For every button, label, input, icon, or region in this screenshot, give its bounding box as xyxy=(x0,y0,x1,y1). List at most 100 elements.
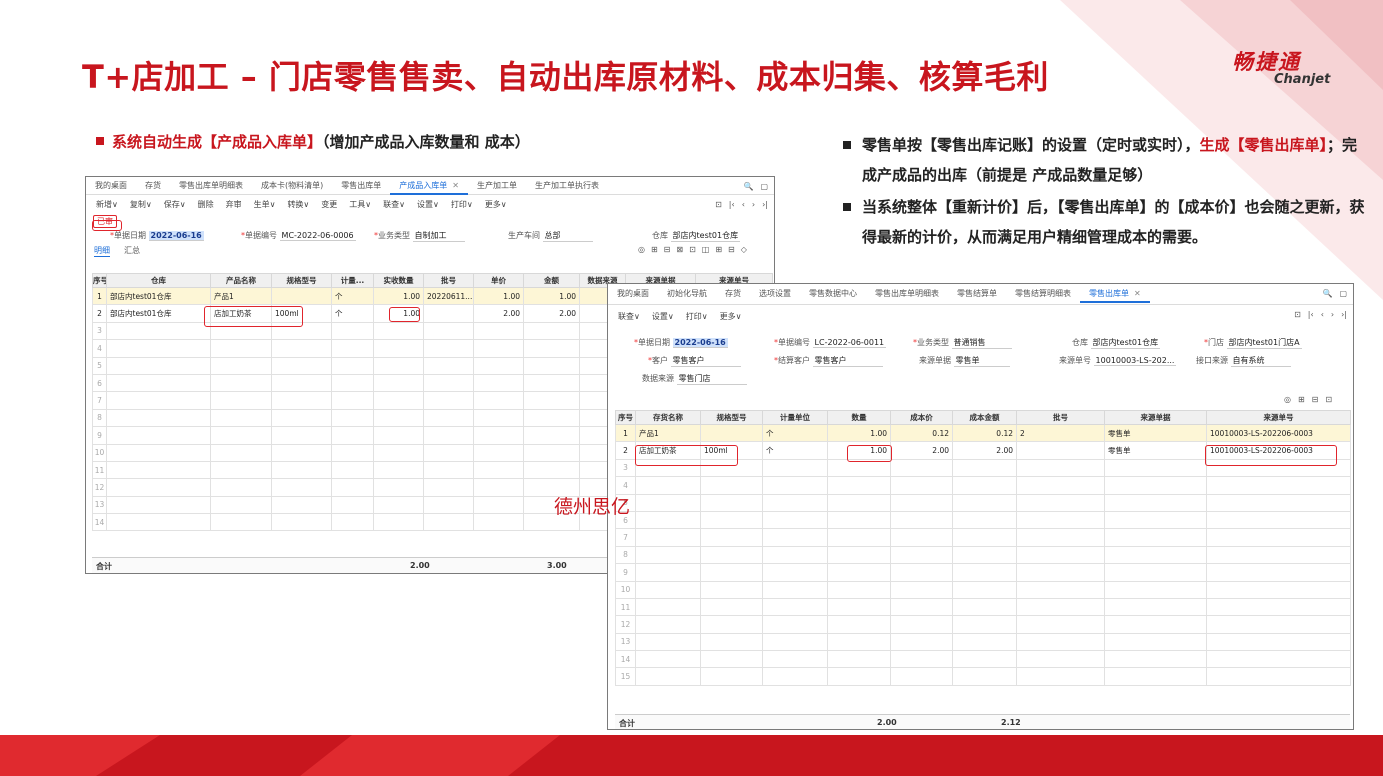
table-cell[interactable] xyxy=(1016,615,1105,634)
table-cell[interactable] xyxy=(210,356,272,375)
table-cell[interactable] xyxy=(1016,510,1105,530)
table-cell[interactable] xyxy=(952,667,1017,686)
tab-retail-settle-detail[interactable]: 零售结算明细表 xyxy=(1006,285,1080,303)
table-cell[interactable] xyxy=(210,460,272,480)
table-cell[interactable] xyxy=(1206,528,1351,547)
table-cell[interactable] xyxy=(271,373,332,393)
table-cell[interactable] xyxy=(1016,650,1105,669)
biz-value[interactable]: 自制加工 xyxy=(412,230,465,242)
query-button[interactable]: 联查∨ xyxy=(377,199,411,210)
table-cell[interactable]: 15 xyxy=(615,667,636,686)
column-header[interactable]: 序号 xyxy=(615,410,636,425)
table-cell[interactable]: 7 xyxy=(615,528,636,547)
first-page-icon[interactable]: |‹ xyxy=(1308,310,1314,319)
table-cell[interactable] xyxy=(952,632,1017,652)
table-row-empty[interactable]: 10 xyxy=(615,580,1351,599)
tab-options[interactable]: 选项设置 xyxy=(750,285,800,303)
table-row-empty[interactable]: 4 xyxy=(615,476,1351,495)
interface-source-value[interactable]: 自有系统 xyxy=(1230,355,1291,367)
table-cell[interactable]: 1.00 xyxy=(827,423,891,443)
table-cell[interactable] xyxy=(952,510,1017,530)
tab-finished-goods-receipt[interactable]: 产成品入库单 ✕ xyxy=(390,177,468,195)
table-cell[interactable]: 2.00 xyxy=(890,441,953,460)
table-cell[interactable] xyxy=(700,597,763,617)
table-cell[interactable] xyxy=(473,495,524,515)
table-cell[interactable]: 2 xyxy=(1016,423,1105,443)
table-row-empty[interactable]: 5 xyxy=(615,493,1351,512)
table-cell[interactable] xyxy=(890,510,953,530)
table-cell[interactable] xyxy=(890,476,953,495)
table-cell[interactable] xyxy=(423,408,474,428)
column-header[interactable]: 计量... xyxy=(331,273,374,288)
table-row-empty[interactable]: 8 xyxy=(615,545,1351,565)
table-cell[interactable]: 1.00 xyxy=(373,286,424,306)
print-button[interactable]: 打印∨ xyxy=(445,199,479,210)
table-cell[interactable] xyxy=(635,632,701,652)
table-row-empty[interactable]: 11 xyxy=(615,597,1351,617)
column-header[interactable]: 存货名称 xyxy=(635,410,701,425)
table-row[interactable]: 1 产品1 个 1.00 0.12 0.12 2 零售单 10010003-LS-202206-… xyxy=(615,423,1351,443)
table-cell[interactable] xyxy=(1206,476,1351,495)
table-cell[interactable] xyxy=(827,632,891,652)
table-row-empty[interactable]: 6 xyxy=(615,510,1351,530)
table-cell[interactable] xyxy=(473,356,524,375)
tab-retail-data-center[interactable]: 零售数据中心 xyxy=(800,285,866,303)
table-cell[interactable] xyxy=(473,426,524,445)
table-cell[interactable] xyxy=(700,423,763,443)
table-cell[interactable]: 部店内test01仓库 xyxy=(106,304,211,323)
table-cell[interactable]: 14 xyxy=(615,650,636,669)
table-cell[interactable] xyxy=(635,528,701,547)
table-cell[interactable] xyxy=(952,563,1017,582)
column-header[interactable]: 来源单据 xyxy=(1104,410,1207,425)
table-cell[interactable]: 11 xyxy=(615,597,636,617)
table-cell[interactable] xyxy=(210,391,272,410)
table-cell[interactable] xyxy=(827,493,891,512)
table-cell[interactable] xyxy=(827,476,891,495)
table-cell[interactable] xyxy=(635,650,701,669)
table-cell[interactable] xyxy=(1206,632,1351,652)
table-cell[interactable] xyxy=(373,339,424,358)
table-cell[interactable] xyxy=(635,597,701,617)
table-cell[interactable] xyxy=(952,493,1017,512)
table-cell[interactable]: 产品1 xyxy=(210,286,272,306)
table-cell[interactable] xyxy=(106,460,211,480)
table-cell[interactable] xyxy=(523,373,580,393)
table-cell[interactable]: 产品1 xyxy=(635,423,701,443)
table-cell[interactable] xyxy=(890,563,953,582)
table-cell[interactable] xyxy=(423,373,474,393)
table-cell[interactable] xyxy=(210,373,272,393)
table-cell[interactable] xyxy=(762,615,828,634)
table-cell[interactable] xyxy=(635,615,701,634)
table-cell[interactable] xyxy=(271,513,332,532)
tab-init-nav[interactable]: 初始化导航 xyxy=(658,285,716,303)
close-icon[interactable]: ✕ xyxy=(452,181,459,190)
tab-desktop[interactable]: 我的桌面 xyxy=(86,177,136,195)
table-cell[interactable] xyxy=(523,426,580,445)
table-cell[interactable] xyxy=(523,460,580,480)
table-cell[interactable] xyxy=(473,443,524,462)
tab-production-order[interactable]: 生产加工单 xyxy=(468,177,526,195)
table-cell[interactable] xyxy=(827,580,891,599)
table-cell[interactable] xyxy=(1206,545,1351,565)
table-cell[interactable] xyxy=(952,458,1017,478)
table-cell[interactable] xyxy=(210,513,272,532)
table-cell[interactable] xyxy=(700,563,763,582)
column-header[interactable]: 数量 xyxy=(827,410,891,425)
save-button[interactable]: 保存∨ xyxy=(158,199,192,210)
grid-tool-icons[interactable]: ◎⊞⊟⊡ xyxy=(1284,395,1339,404)
column-header[interactable]: 计量单位 xyxy=(762,410,828,425)
table-cell[interactable] xyxy=(1104,632,1207,652)
table-cell[interactable] xyxy=(1016,545,1105,565)
table-cell[interactable] xyxy=(473,391,524,410)
unaudit-button[interactable]: 弃审 xyxy=(220,199,248,210)
subtab-detail[interactable]: 明细 xyxy=(94,245,110,257)
table-cell[interactable] xyxy=(890,458,953,478)
column-header[interactable]: 产品名称 xyxy=(210,273,272,288)
table-cell[interactable] xyxy=(762,667,828,686)
table-cell[interactable] xyxy=(331,339,374,358)
table-row-empty[interactable]: 15 xyxy=(615,667,1351,686)
table-cell[interactable] xyxy=(762,458,828,478)
table-cell[interactable] xyxy=(762,597,828,617)
table-cell[interactable] xyxy=(1104,528,1207,547)
table-cell[interactable] xyxy=(373,373,424,393)
